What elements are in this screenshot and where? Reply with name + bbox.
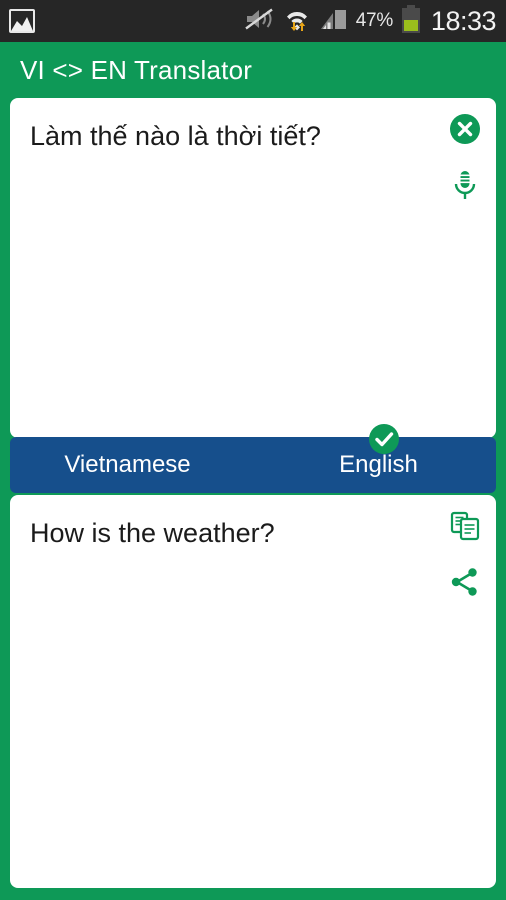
- copy-icon[interactable]: [448, 509, 482, 543]
- check-circle-icon: [369, 424, 399, 454]
- target-text-card[interactable]: How is the weather?: [10, 495, 496, 888]
- source-text[interactable]: Làm thế nào là thời tiết?: [30, 120, 430, 154]
- battery-percent-label: 47%: [355, 10, 393, 31]
- source-card-actions: [448, 112, 482, 202]
- source-language-button[interactable]: Vietnamese: [10, 451, 261, 479]
- page-title: VI <> EN Translator: [20, 54, 253, 85]
- language-selector-bar[interactable]: Vietnamese English: [10, 424, 496, 493]
- app-bar: VI <> EN Translator: [0, 42, 506, 98]
- clock-label: 18:33: [430, 5, 497, 36]
- source-text-card[interactable]: Làm thế nào là thời tiết?: [10, 98, 496, 438]
- clear-circle-icon[interactable]: [448, 112, 482, 146]
- share-icon[interactable]: [448, 565, 482, 599]
- gallery-icon: [9, 9, 35, 33]
- target-card-actions: [448, 509, 482, 599]
- main-content: Làm thế nào là thời tiết? Vietnamese Eng…: [0, 98, 506, 900]
- status-bar-notifications: [0, 9, 35, 33]
- target-language-button[interactable]: English: [261, 451, 496, 479]
- target-text: How is the weather?: [30, 518, 275, 548]
- status-bar: 47% 18:33: [0, 0, 506, 42]
- cellular-signal-icon: [320, 7, 348, 36]
- status-bar-indicators: 47% 18:33: [244, 4, 506, 38]
- battery-icon: [401, 4, 421, 38]
- wifi-transfer-icon: [282, 6, 312, 37]
- mute-vibrate-icon: [244, 7, 274, 36]
- microphone-icon[interactable]: [448, 168, 482, 202]
